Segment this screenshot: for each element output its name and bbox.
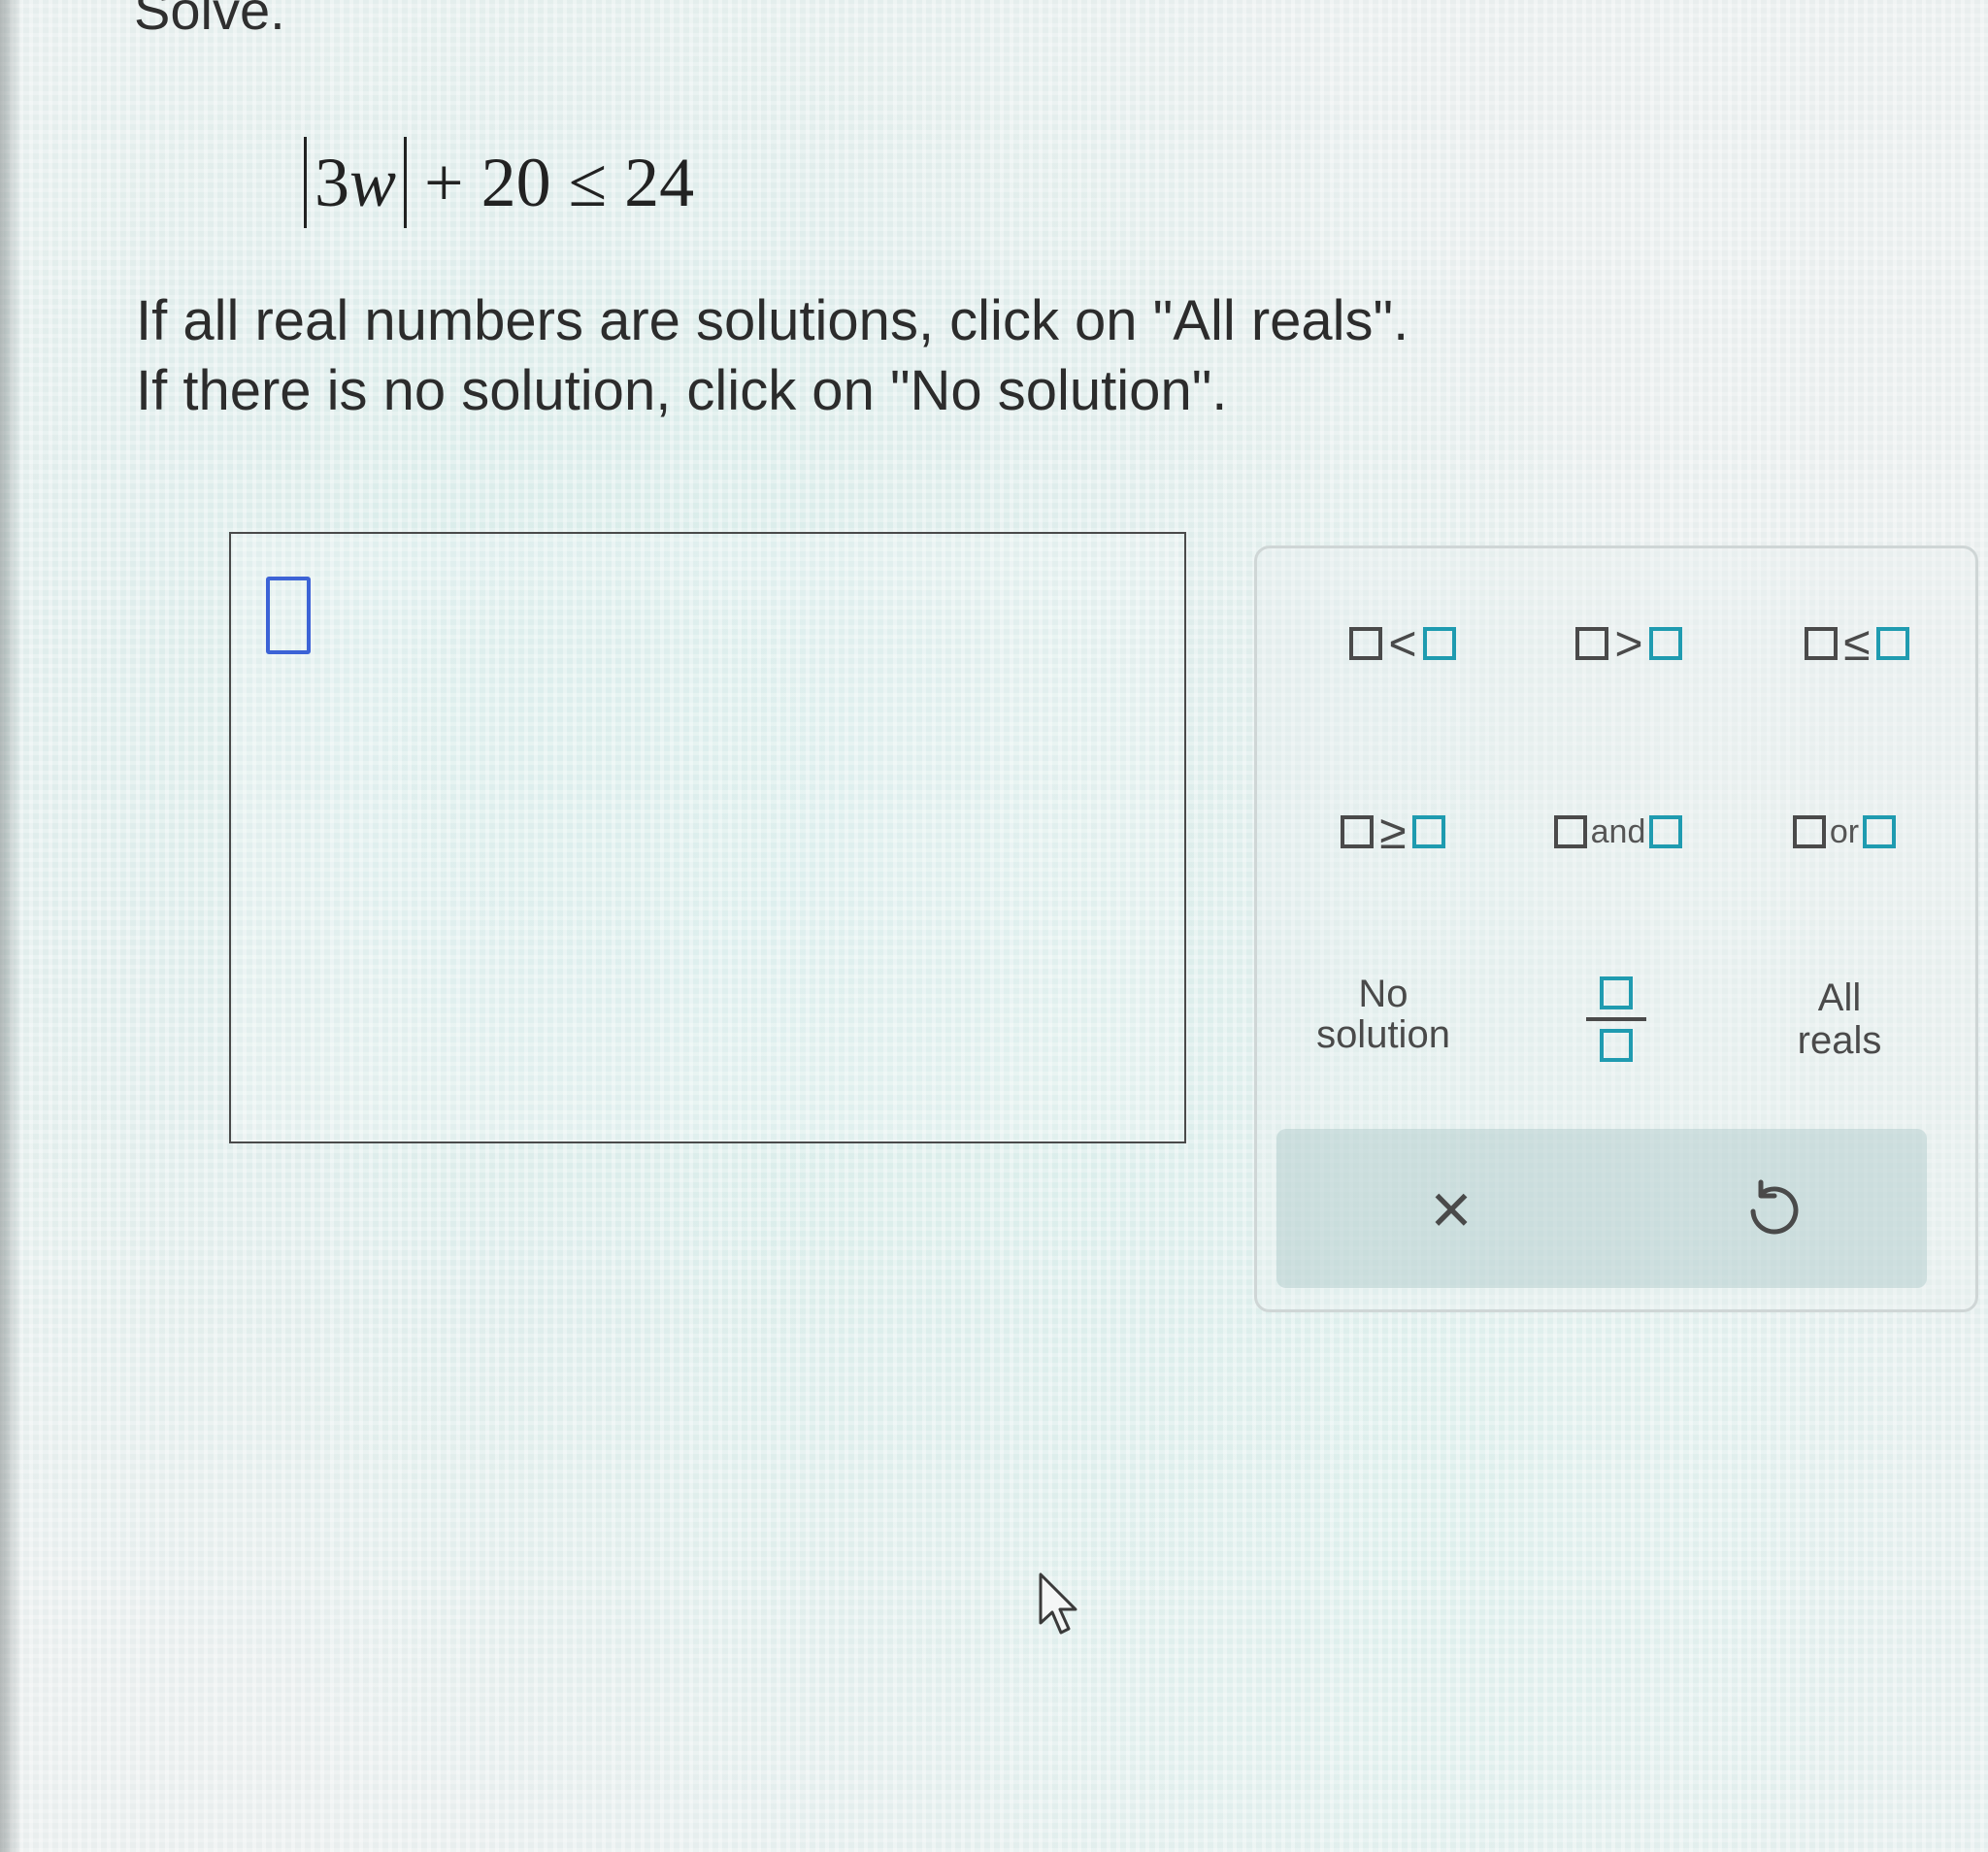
- placeholder-square-icon: [1792, 815, 1826, 848]
- fraction-button[interactable]: [1568, 966, 1665, 1073]
- all-reals-label-line2: reals: [1797, 1019, 1882, 1062]
- less-equal-symbol: ≤: [1843, 616, 1871, 671]
- placeholder-square-icon: [1648, 627, 1682, 660]
- placeholder-square-icon: [1349, 627, 1383, 660]
- no-solution-label-line2: solution: [1316, 1013, 1450, 1056]
- placeholder-square-icon: [1649, 815, 1683, 848]
- math-keypad: < > ≤ ≥ and or No solution All reals ×: [1254, 546, 1978, 1312]
- numerator-square-icon: [1600, 976, 1633, 1009]
- problem-heading: Solve.: [134, 0, 285, 41]
- undo-icon: [1750, 1179, 1799, 1235]
- placeholder-square-icon: [1422, 627, 1456, 660]
- and-label: and: [1590, 812, 1646, 850]
- placeholder-square-icon: [1553, 815, 1587, 848]
- no-solution-label-line1: No: [1358, 973, 1408, 1015]
- instructions: If all real numbers are solutions, click…: [136, 286, 1408, 426]
- less-than-symbol: <: [1388, 616, 1417, 671]
- all-reals-button[interactable]: All reals: [1772, 966, 1907, 1073]
- and-button[interactable]: and: [1541, 803, 1696, 861]
- screen-edge-shadow: [0, 0, 21, 1852]
- instruction-all-reals: If all real numbers are solutions, click…: [136, 289, 1409, 352]
- keypad-action-bar: ×: [1276, 1129, 1927, 1288]
- equation: 3 w + 20 ≤ 24: [296, 134, 694, 231]
- placeholder-square-icon: [1805, 627, 1839, 660]
- or-label: or: [1829, 812, 1860, 850]
- abs-bar-right: [404, 137, 408, 228]
- greater-than-button[interactable]: >: [1556, 614, 1702, 673]
- less-equal-button[interactable]: ≤: [1784, 614, 1930, 673]
- placeholder-square-icon: [1341, 815, 1375, 848]
- abs-bar-left: [304, 137, 307, 228]
- equation-rest: + 20 ≤ 24: [424, 143, 695, 221]
- greater-equal-symbol: ≥: [1379, 805, 1407, 859]
- instruction-no-solution: If there is no solution, click on "No so…: [136, 359, 1228, 422]
- abs-coefficient: 3: [315, 143, 349, 221]
- mouse-pointer-icon: [1039, 1572, 1077, 1635]
- placeholder-square-icon: [1575, 627, 1609, 660]
- answer-input-box[interactable]: [229, 532, 1186, 1143]
- clear-button[interactable]: ×: [1403, 1160, 1500, 1257]
- denominator-square-icon: [1600, 1029, 1633, 1062]
- undo-button[interactable]: [1723, 1160, 1820, 1257]
- or-button[interactable]: or: [1772, 803, 1917, 861]
- no-solution-button[interactable]: No solution: [1286, 966, 1480, 1063]
- fraction-bar: [1586, 1017, 1646, 1021]
- close-icon: ×: [1430, 1168, 1473, 1249]
- placeholder-square-icon: [1875, 627, 1909, 660]
- abs-variable: w: [349, 143, 397, 221]
- less-than-button[interactable]: <: [1330, 614, 1475, 673]
- placeholder-square-icon: [1411, 815, 1445, 848]
- greater-than-symbol: >: [1614, 616, 1643, 671]
- all-reals-label-line1: All: [1817, 976, 1862, 1019]
- answer-cursor-slot[interactable]: [266, 577, 311, 654]
- greater-equal-button[interactable]: ≥: [1320, 803, 1466, 861]
- placeholder-square-icon: [1863, 815, 1897, 848]
